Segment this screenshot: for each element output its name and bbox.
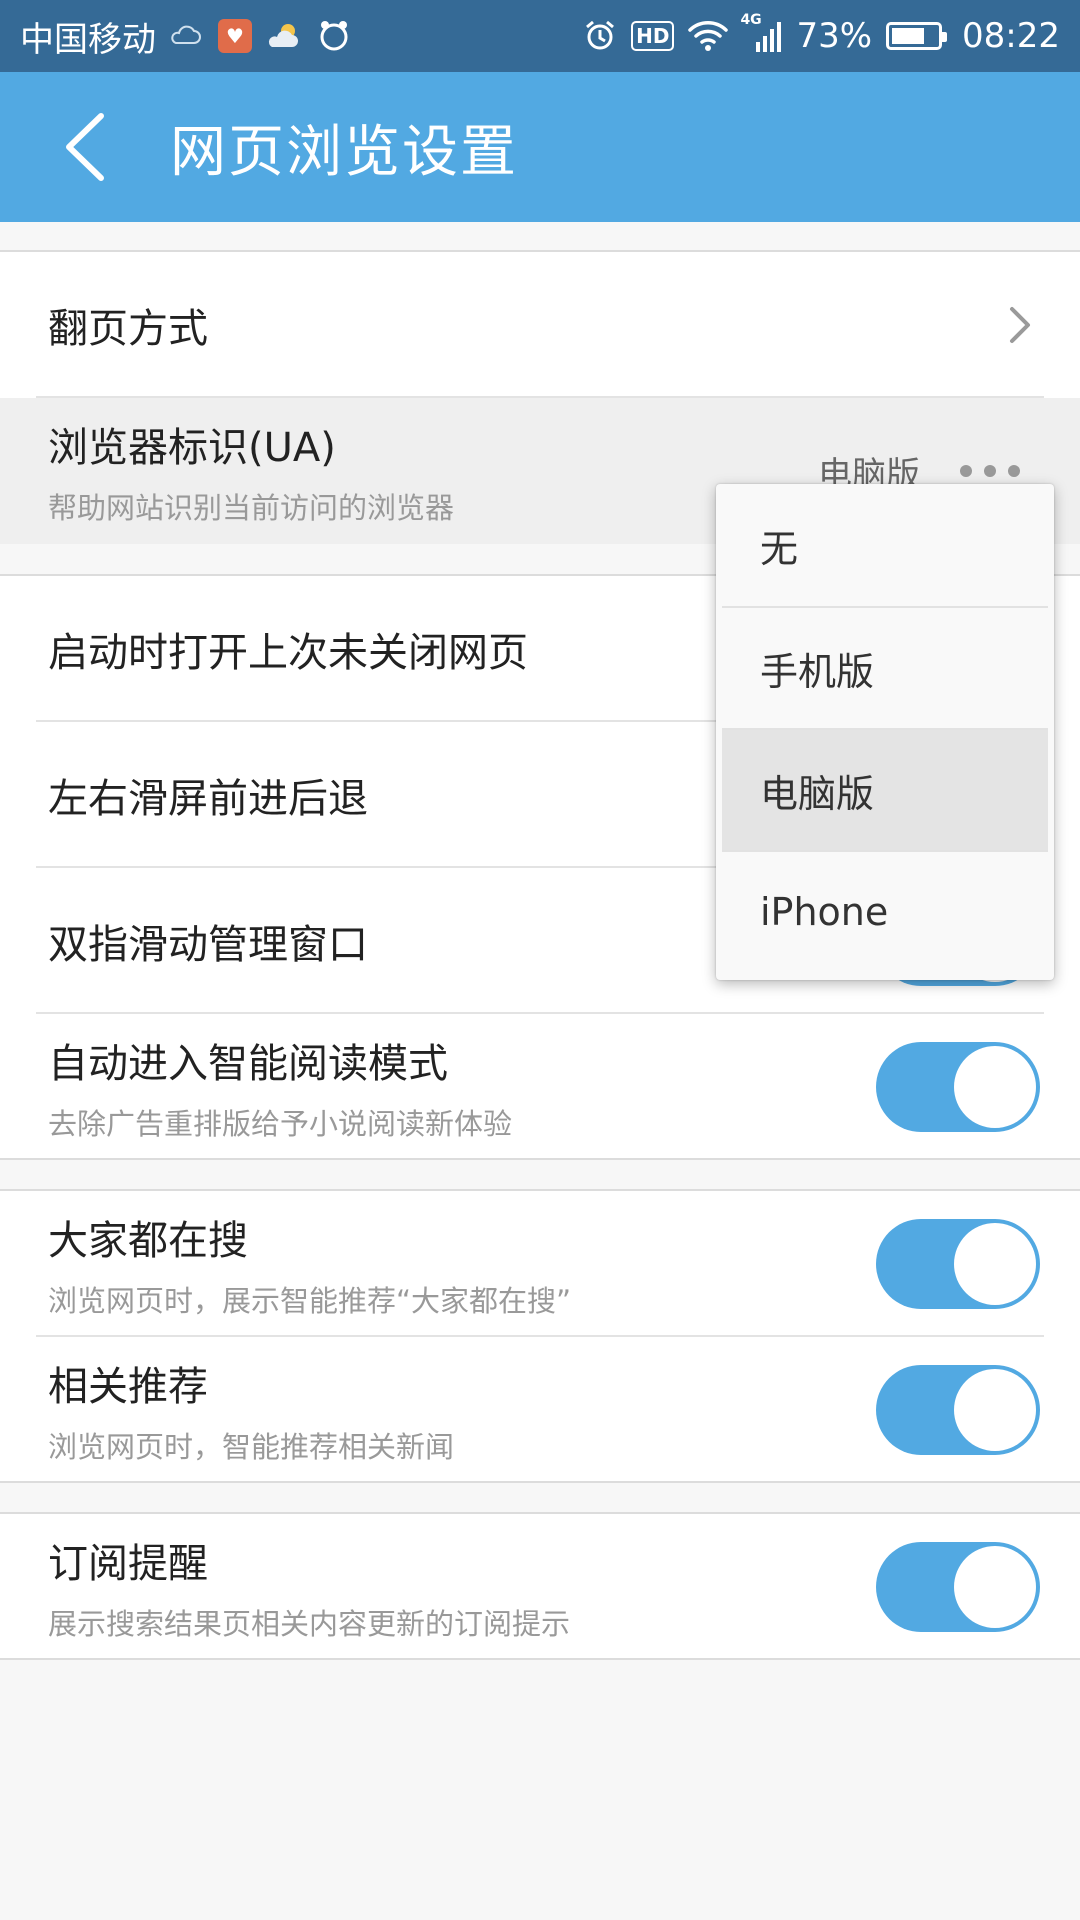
trending-row[interactable]: 大家都在搜 浏览网页时，展示智能推荐“大家都在搜” xyxy=(0,1191,1080,1337)
ua-option-none[interactable]: 无 xyxy=(722,484,1048,606)
more-dot xyxy=(984,465,996,477)
two-finger-title: 双指滑动管理窗口 xyxy=(48,922,368,968)
related-right xyxy=(876,1365,1040,1455)
smart-reading-toggle[interactable] xyxy=(876,1042,1040,1132)
smart-reading-right xyxy=(876,1042,1040,1132)
ua-title: 浏览器标识(UA) xyxy=(48,425,336,471)
related-text: 相关推荐 浏览网页时，智能推荐相关新闻 xyxy=(48,1354,454,1466)
toggle-knob xyxy=(954,1223,1036,1305)
cloud-moon-icon xyxy=(170,19,204,53)
weather-icon xyxy=(266,21,302,51)
related-subtitle: 浏览网页时，智能推荐相关新闻 xyxy=(48,1430,455,1464)
smart-reading-row[interactable]: 自动进入智能阅读模式 去除广告重排版给予小说阅读新体验 xyxy=(0,1014,1080,1160)
smart-reading-subtitle: 去除广告重排版给予小说阅读新体验 xyxy=(48,1107,513,1141)
subscribe-subtitle: 展示搜索结果页相关内容更新的订阅提示 xyxy=(48,1607,571,1641)
status-bar: 中国移动 ♥ HD 4G 73% 08:22 xyxy=(0,0,1080,72)
toggle-knob xyxy=(954,1546,1036,1628)
page-turn-row[interactable]: 翻页方式 xyxy=(0,252,1080,398)
trending-text: 大家都在搜 浏览网页时，展示智能推荐“大家都在搜” xyxy=(48,1208,571,1320)
battery-icon xyxy=(886,22,948,50)
ua-text: 浏览器标识(UA) 帮助网站识别当前访问的浏览器 xyxy=(48,415,454,527)
smart-reading-text: 自动进入智能阅读模式 去除广告重排版给予小说阅读新体验 xyxy=(48,1031,512,1143)
health-app-icon: ♥ xyxy=(218,19,252,53)
subscribe-title: 订阅提醒 xyxy=(48,1541,208,1587)
trending-toggle[interactable] xyxy=(876,1219,1040,1309)
ua-option-mobile[interactable]: 手机版 xyxy=(722,606,1048,728)
settings-section-subscribe: 订阅提醒 展示搜索结果页相关内容更新的订阅提示 xyxy=(0,1512,1080,1660)
subscribe-text: 订阅提醒 展示搜索结果页相关内容更新的订阅提示 xyxy=(48,1531,570,1643)
toggle-knob xyxy=(954,1369,1036,1451)
related-title: 相关推荐 xyxy=(48,1364,208,1410)
trending-right xyxy=(876,1219,1040,1309)
rocket-icon xyxy=(316,18,352,54)
related-toggle[interactable] xyxy=(876,1365,1040,1455)
chevron-right-icon xyxy=(1010,307,1030,343)
signal-icon: 4G xyxy=(740,12,782,52)
page-turn-text: 翻页方式 xyxy=(48,296,208,354)
status-left: 中国移动 ♥ xyxy=(20,12,352,61)
settings-section-recommend: 大家都在搜 浏览网页时，展示智能推荐“大家都在搜” 相关推荐 浏览网页时，智能推… xyxy=(0,1189,1080,1483)
app-bar: 网页浏览设置 xyxy=(0,72,1080,222)
trending-subtitle: 浏览网页时，展示智能推荐“大家都在搜” xyxy=(48,1284,572,1318)
page-turn-right xyxy=(1008,305,1032,345)
hd-icon: HD xyxy=(631,21,675,51)
status-right: HD 4G 73% 08:22 xyxy=(583,12,1060,56)
more-dot xyxy=(960,465,972,477)
toggle-knob xyxy=(954,1046,1036,1128)
swipe-nav-title: 左右滑屏前进后退 xyxy=(48,776,368,822)
carrier-label: 中国移动 xyxy=(20,19,156,60)
ua-subtitle: 帮助网站识别当前访问的浏览器 xyxy=(48,491,455,525)
battery-percent-label: 73% xyxy=(796,16,873,56)
subscribe-toggle[interactable] xyxy=(876,1542,1040,1632)
ua-option-iphone[interactable]: iPhone xyxy=(722,850,1048,972)
subscribe-right xyxy=(876,1542,1040,1632)
wifi-icon xyxy=(688,20,729,52)
trending-title: 大家都在搜 xyxy=(48,1218,248,1264)
back-button[interactable] xyxy=(30,72,140,222)
page-turn-title: 翻页方式 xyxy=(48,306,208,352)
alarm-icon xyxy=(583,19,617,53)
more-icon[interactable] xyxy=(960,465,1020,477)
chevron-left-icon xyxy=(66,113,104,181)
page-title: 网页浏览设置 xyxy=(170,119,518,185)
network-type-label: 4G xyxy=(740,12,762,28)
clock-label: 08:22 xyxy=(962,16,1060,56)
battery-fill xyxy=(892,28,925,44)
ua-options-menu: 无 手机版 电脑版 iPhone xyxy=(716,484,1054,980)
subscribe-row[interactable]: 订阅提醒 展示搜索结果页相关内容更新的订阅提示 xyxy=(0,1514,1080,1660)
ua-option-desktop[interactable]: 电脑版 xyxy=(722,728,1048,850)
related-row[interactable]: 相关推荐 浏览网页时，智能推荐相关新闻 xyxy=(0,1337,1080,1483)
restore-tabs-title: 启动时打开上次未关闭网页 xyxy=(48,630,528,676)
smart-reading-title: 自动进入智能阅读模式 xyxy=(48,1041,448,1087)
more-dot xyxy=(1008,465,1020,477)
